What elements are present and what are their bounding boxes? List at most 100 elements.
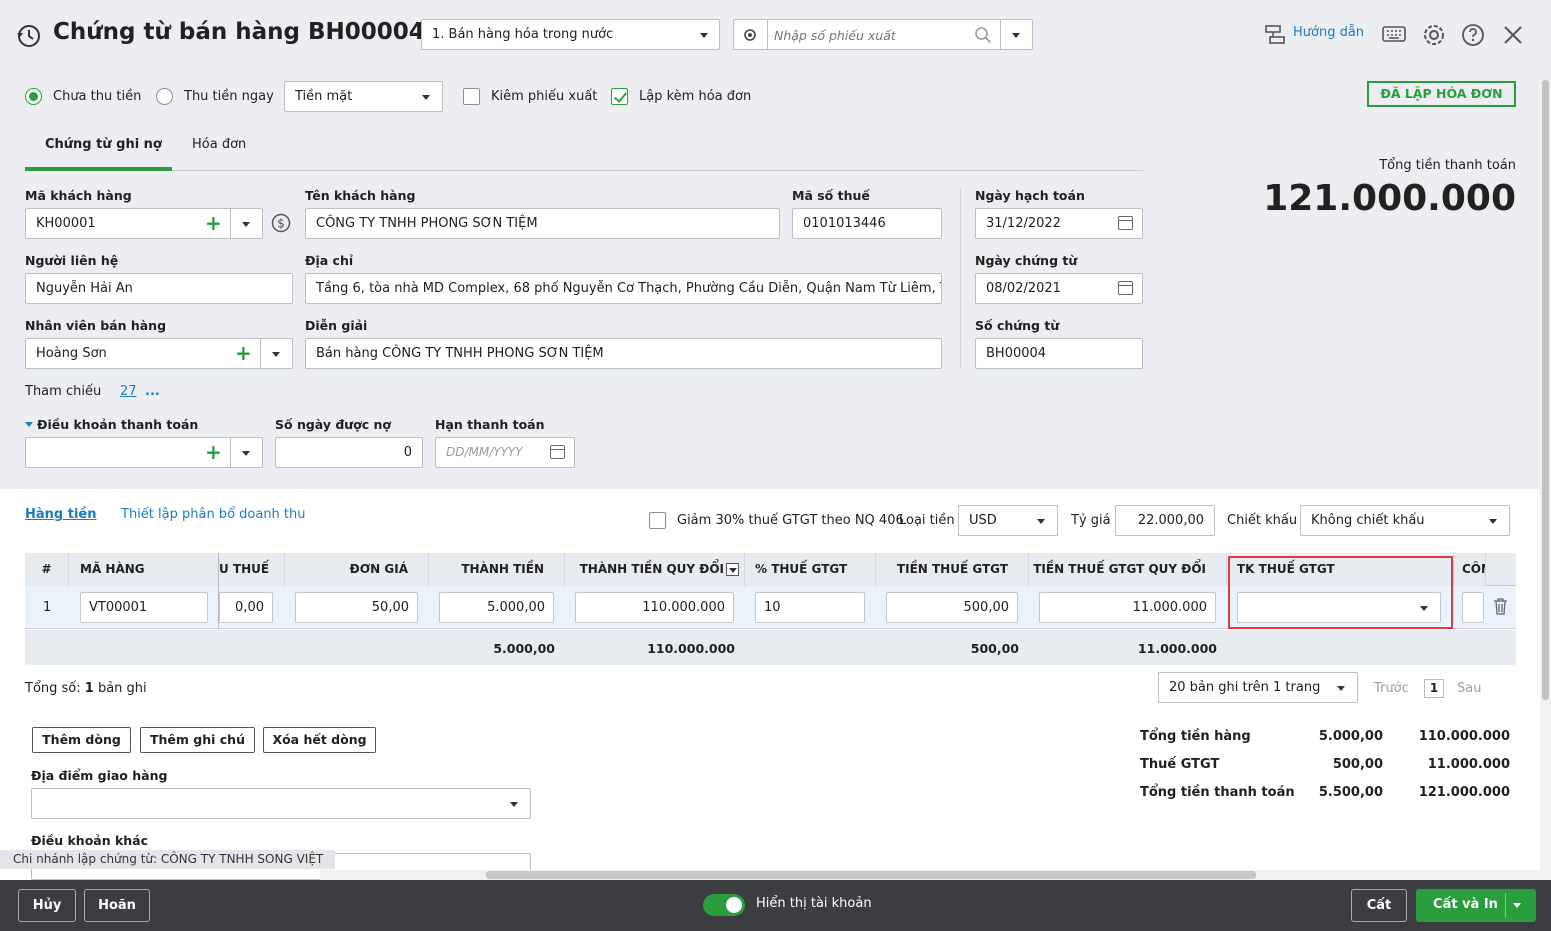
tax-code-input[interactable]: 0101013446	[792, 208, 942, 239]
next-page[interactable]: Sau	[1457, 681, 1481, 696]
reference-link[interactable]: 27	[120, 384, 137, 399]
voucher-no-input[interactable]: BH00004	[975, 338, 1143, 369]
add-icon[interactable]: +	[235, 343, 252, 363]
payment-method-select[interactable]: Tiền mặt	[284, 81, 443, 112]
due-date-placeholder: DD/MM/YYYY	[446, 445, 523, 459]
show-accounts-toggle[interactable]	[703, 894, 745, 916]
rate-input[interactable]: 22.000,00	[1115, 505, 1215, 536]
col-vat-pct: % THUẾ GTGT	[745, 553, 876, 586]
row-more-input[interactable]	[1462, 592, 1484, 623]
guide-icon[interactable]	[1263, 23, 1287, 47]
current-page[interactable]: 1	[1424, 679, 1444, 698]
add-icon[interactable]: +	[205, 442, 222, 462]
svg-text:$: $	[277, 217, 285, 231]
trash-icon[interactable]	[1493, 598, 1508, 615]
row-code-input[interactable]: VT00001	[80, 592, 208, 623]
customer-code-input[interactable]: KH00001	[25, 208, 263, 239]
vertical-separator	[960, 188, 961, 368]
row-tax-input[interactable]: 0,00	[219, 592, 273, 623]
currency-dollar-icon[interactable]: $	[271, 213, 291, 233]
credit-days-input[interactable]: 0	[275, 437, 423, 468]
delete-rows-button[interactable]: Xóa hết dòng	[263, 727, 376, 753]
chevron-down-icon[interactable]	[272, 352, 280, 357]
summary-goods-label: Tổng tiền hàng	[1140, 729, 1251, 744]
invoice-checkbox-label: Lập kèm hóa đơn	[639, 89, 752, 104]
row-vat-input[interactable]: 500,00	[886, 592, 1018, 623]
tax-code-label: Mã số thuế	[792, 188, 870, 203]
chevron-down-icon[interactable]	[242, 451, 250, 456]
delivery-place-select[interactable]	[31, 788, 531, 819]
settings-gear-icon[interactable]	[1421, 22, 1447, 48]
customer-code-value: KH00001	[36, 216, 96, 231]
payment-terms-input[interactable]	[25, 437, 263, 468]
reference-label: Tham chiếu	[25, 384, 102, 399]
tabs-underline	[25, 170, 1143, 171]
tab-revenue-allocation[interactable]: Thiết lập phân bổ doanh thu	[121, 507, 306, 522]
row-vat-pct-input[interactable]: 10	[755, 592, 865, 623]
save-button[interactable]: Cất	[1351, 889, 1407, 922]
tab-active-indicator	[25, 167, 172, 171]
page-size-select[interactable]: 20 bản ghi trên 1 trang	[1158, 672, 1358, 703]
gear-icon[interactable]	[742, 27, 758, 43]
row-amount-conv-input[interactable]: 110.000.000	[575, 592, 734, 623]
summary-total-value-conv: 121.000.000	[1418, 785, 1510, 800]
reduce-vat-label: Giảm 30% thuế GTGT theo NQ 406	[677, 513, 904, 528]
row-price-input[interactable]: 50,00	[295, 592, 418, 623]
calendar-icon[interactable]	[1118, 281, 1133, 295]
row-amount-input[interactable]: 5.000,00	[439, 592, 554, 623]
footer-amount-conv: 110.000.000	[647, 641, 735, 656]
show-accounts-label: Hiển thị tài khoản	[756, 896, 872, 911]
cancel-button[interactable]: Hủy	[18, 889, 76, 922]
contact-input[interactable]: Nguyễn Hải An	[25, 273, 293, 304]
radio-paid[interactable]	[156, 88, 173, 105]
row-vat-conv-input[interactable]: 11.000.000	[1039, 592, 1216, 623]
add-note-button[interactable]: Thêm ghi chú	[140, 727, 255, 753]
table-footer	[25, 630, 1516, 665]
chevron-down-icon	[1337, 686, 1345, 691]
history-icon[interactable]	[16, 23, 42, 49]
export-search-input[interactable]	[774, 24, 969, 46]
address-input[interactable]: Tầng 6, tòa nhà MD Complex, 68 phố Nguyễ…	[305, 273, 942, 304]
description-input[interactable]: Bán hàng CÔNG TY TNHH PHONG SƠN TIỆM	[305, 338, 942, 369]
help-link[interactable]: Hướng dẫn	[1293, 25, 1364, 40]
collapse-icon[interactable]	[25, 422, 33, 427]
close-icon[interactable]	[1503, 25, 1523, 45]
chevron-down-icon[interactable]	[1012, 33, 1020, 38]
posting-date-value: 31/12/2022	[986, 216, 1061, 231]
voucher-type-select[interactable]: 1. Bán hàng hóa trong nước	[421, 19, 720, 50]
invoice-checkbox[interactable]	[611, 88, 628, 105]
tab-invoice[interactable]: Hóa đơn	[192, 137, 246, 152]
discount-select[interactable]: Không chiết khấu	[1300, 505, 1510, 536]
customer-name-input[interactable]: CÔNG TY TNHH PHONG SƠN TIỆM	[305, 208, 780, 239]
toggle-knob	[726, 897, 742, 913]
search-icon[interactable]	[974, 26, 992, 44]
chevron-down-icon[interactable]	[1513, 903, 1521, 908]
summary-goods-value-conv: 110.000.000	[1418, 729, 1510, 744]
row-amount-value: 5.000,00	[487, 600, 545, 615]
radio-unpaid[interactable]	[25, 88, 42, 105]
radio-paid-label: Thu tiền ngay	[184, 89, 274, 104]
tab-debit-voucher[interactable]: Chứng từ ghi nợ	[45, 137, 162, 152]
calendar-icon[interactable]	[550, 445, 565, 459]
calendar-icon[interactable]	[1118, 216, 1133, 230]
vertical-scrollbar-thumb[interactable]	[1542, 80, 1549, 700]
chevron-down-icon	[1489, 519, 1497, 524]
reference-more[interactable]: ...	[145, 384, 160, 399]
question-icon[interactable]	[1461, 23, 1485, 47]
tab-goods[interactable]: Hàng tiền	[25, 507, 96, 522]
add-row-button[interactable]: Thêm dòng	[32, 727, 131, 753]
highlight-box	[1228, 556, 1453, 629]
prev-page[interactable]: Trước	[1374, 681, 1409, 696]
reduce-vat-checkbox[interactable]	[649, 512, 666, 529]
filter-icon[interactable]	[726, 563, 739, 576]
horizontal-scrollbar-thumb[interactable]	[486, 871, 1256, 879]
keyboard-icon[interactable]	[1382, 24, 1406, 46]
discount-label: Chiết khấu	[1227, 513, 1298, 528]
divider	[230, 438, 231, 467]
divider	[260, 339, 261, 368]
chevron-down-icon[interactable]	[242, 222, 250, 227]
add-icon[interactable]: +	[205, 213, 222, 233]
undo-button[interactable]: Hoãn	[84, 889, 150, 922]
export-checkbox[interactable]	[463, 88, 480, 105]
salesperson-input[interactable]: Hoàng Sơn	[25, 338, 293, 369]
